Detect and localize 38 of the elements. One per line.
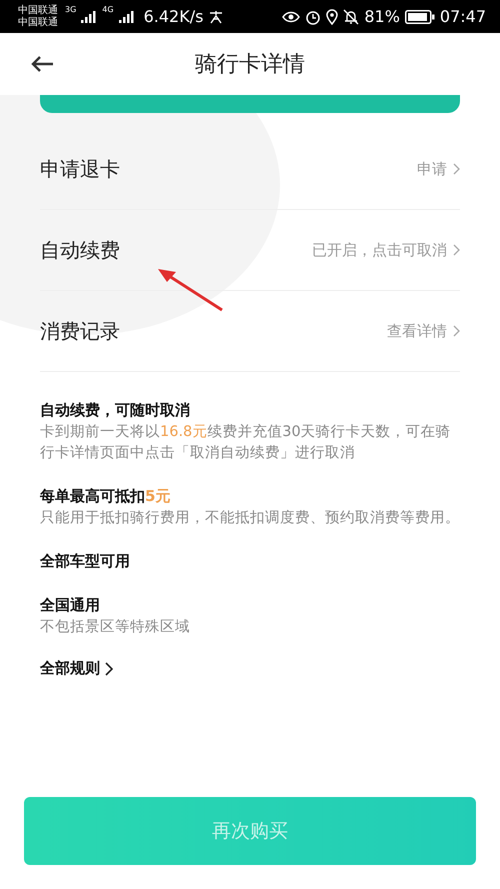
- network-type: 3G: [65, 5, 76, 14]
- chevron-right-icon: [453, 163, 460, 175]
- battery-percent: 81%: [364, 7, 400, 26]
- rule-title: 全部车型可用: [40, 551, 131, 572]
- row-label: 申请退卡: [40, 156, 121, 182]
- row-value: 申请: [417, 160, 447, 178]
- network-speed: 6.42K/s: [144, 7, 204, 26]
- row-label: 自动续费: [40, 236, 121, 264]
- rule-title: 全国通用: [40, 595, 101, 616]
- rule-description: 不包括景区等特殊区域: [40, 618, 191, 637]
- rule-description: 只能用于抵扣骑行费用，不能抵扣调度费、预约取消费等费用。: [40, 508, 460, 528]
- eye-icon: [282, 10, 300, 24]
- row-value: 查看详情: [387, 322, 447, 340]
- row-value: 已开启，点击可取消: [312, 240, 447, 260]
- settings-row[interactable]: 自动续费 已开启，点击可取消: [40, 210, 460, 291]
- signal-icon: [118, 10, 135, 22]
- location-icon: [326, 8, 338, 24]
- annotation-arrow: [156, 267, 226, 313]
- settings-row[interactable]: 消费记录 查看详情: [40, 291, 460, 372]
- network-type: 4G: [102, 5, 114, 14]
- settings-row[interactable]: 申请退卡 申请: [40, 129, 460, 210]
- page-title: 骑行卡详情: [195, 51, 305, 79]
- carrier-name: 中国联通: [18, 16, 58, 28]
- carrier-name: 中国联通: [18, 4, 58, 16]
- rule-title: 自动续费，可随时取消: [40, 400, 191, 421]
- chevron-right-icon: [453, 244, 460, 256]
- back-arrow-icon[interactable]: [30, 55, 54, 73]
- row-label: 消费记录: [40, 318, 121, 344]
- alarm-icon: [305, 8, 322, 24]
- all-rules-link[interactable]: 全部规则: [40, 659, 113, 678]
- signal-icon: [81, 10, 98, 22]
- battery-icon: [404, 10, 435, 24]
- chevron-right-icon: [105, 662, 113, 676]
- clock-time: 07:47: [440, 7, 486, 26]
- chevron-right-icon: [453, 325, 460, 337]
- muted-bell-icon: [343, 8, 360, 24]
- rule-title: 每单最高可抵扣5元: [40, 486, 172, 507]
- rule-description: 卡到期前一天将以16.8元续费并充值30天骑行卡天数，可在骑行卡详情页面中点击「取消自动续费」进行取消: [40, 422, 452, 463]
